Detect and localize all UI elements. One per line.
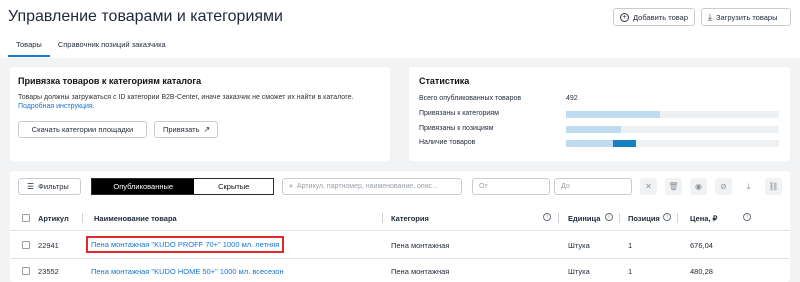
download-categories-button[interactable]: Скачать категории площадки: [18, 121, 147, 138]
eye-icon[interactable]: ◉: [690, 178, 707, 195]
stats-title: Статистика: [419, 76, 470, 86]
row-unit: Штука: [568, 241, 590, 250]
filters-label: Фильтры: [38, 182, 69, 191]
external-link-icon: ↗: [203, 125, 211, 134]
filters-button[interactable]: ☰ Фильтры: [18, 178, 81, 195]
add-product-button[interactable]: + Добавить товар: [613, 8, 695, 26]
row-position: 1: [628, 267, 633, 276]
link-icon[interactable]: ⛓: [765, 178, 782, 195]
trash-icon[interactable]: 🗑: [665, 178, 682, 195]
header-divider: [10, 230, 790, 231]
column-divider: [82, 213, 83, 223]
row-checkbox[interactable]: [22, 241, 30, 249]
header: Управление товарами и категориями + Доба…: [0, 0, 800, 58]
stat-value-total: 492: [566, 95, 578, 102]
header-position[interactable]: Позиция: [628, 214, 660, 223]
download-icon[interactable]: ⤓: [740, 178, 757, 195]
row-price: 676,04: [690, 241, 713, 250]
upload-products-label: Загрузить товары: [715, 12, 778, 22]
stat-bar-categories: [566, 111, 779, 118]
eye-off-icon[interactable]: ⊘: [715, 178, 732, 195]
hidden-toggle[interactable]: Скрытые: [194, 179, 273, 194]
stat-label-availability: Наличие товаров: [419, 139, 476, 146]
publish-status-switch: Опубликованные Скрытые: [91, 178, 274, 195]
stat-fill-positions: [566, 126, 622, 133]
stats-card: Статистика Всего опубликованных товаров …: [409, 67, 790, 161]
info-icon[interactable]: i: [743, 213, 751, 221]
page-title: Управление товарами и категориями: [8, 8, 283, 25]
header-article[interactable]: Артикул: [38, 214, 69, 223]
binding-description: Товары должны загружаться с ID категории…: [18, 94, 354, 101]
column-divider: [677, 213, 678, 223]
row-price: 480,28: [690, 267, 713, 276]
bind-button[interactable]: Привязать ↗: [154, 121, 218, 138]
row-name-link[interactable]: Пена монтажная "KUDO HOME 50+" 1000 мл. …: [91, 267, 284, 276]
plus-circle-icon: +: [620, 12, 629, 22]
upload-products-button[interactable]: ⤓ Загрузить товары: [701, 8, 791, 26]
binding-card: Привязка товаров к категориям каталога Т…: [10, 67, 390, 161]
row-name-link[interactable]: Пена монтажная "KUDO PROFF 70+" 1000 мл.…: [86, 236, 285, 253]
tabs: Товары Справочник позиций заказчика: [8, 38, 174, 57]
column-divider: [558, 213, 559, 223]
clear-icon[interactable]: ✕: [640, 178, 657, 195]
info-icon[interactable]: i: [605, 213, 613, 221]
price-to-input[interactable]: До: [554, 178, 632, 195]
header-name[interactable]: Наименование товара: [94, 214, 177, 223]
tab-customer-positions[interactable]: Справочник позиций заказчика: [50, 38, 174, 57]
stat-bar-positions: [566, 126, 779, 133]
select-all-checkbox[interactable]: [22, 214, 30, 222]
header-price[interactable]: Цена, ₽: [690, 214, 717, 223]
stat-fill-availability-dark: [612, 140, 637, 147]
row-category: Пена монтажная: [391, 267, 450, 276]
row-category: Пена монтажная: [391, 241, 450, 250]
stat-label-positions: Привязаны к позициям: [419, 125, 494, 132]
tab-products[interactable]: Товары: [8, 38, 50, 57]
stat-label-total: Всего опубликованных товаров: [419, 95, 522, 102]
row-divider: [10, 258, 790, 259]
row-checkbox[interactable]: [22, 267, 30, 275]
stat-fill-categories: [566, 111, 660, 118]
add-product-label: Добавить товар: [633, 12, 688, 22]
binding-title: Привязка товаров к категориям каталога: [18, 76, 202, 86]
info-icon[interactable]: i: [543, 213, 551, 221]
row-article: 22941: [38, 241, 59, 250]
row-article: 23552: [38, 267, 59, 276]
column-divider: [619, 213, 620, 223]
download-icon: ⤓: [708, 11, 712, 22]
instruction-link[interactable]: Подробная инструкция.: [18, 103, 95, 110]
header-unit[interactable]: Единица: [568, 214, 600, 223]
search-icon: ⌕: [289, 182, 293, 190]
bind-label: Привязать: [163, 125, 200, 134]
published-toggle[interactable]: Опубликованные: [92, 179, 195, 194]
filter-sliders-icon: ☰: [27, 182, 35, 191]
price-from-placeholder: От: [479, 183, 488, 190]
search-input[interactable]: ⌕ Артикул, партномер, наименование, опис…: [282, 178, 462, 195]
stat-bar-availability: [566, 140, 779, 147]
price-from-input[interactable]: От: [472, 178, 550, 195]
stat-label-categories: Привязаны к категориям: [419, 110, 499, 117]
info-icon[interactable]: i: [663, 213, 671, 221]
price-to-placeholder: До: [561, 183, 570, 190]
row-position: 1: [628, 241, 633, 250]
row-unit: Штука: [568, 267, 590, 276]
column-divider: [382, 213, 383, 223]
header-category[interactable]: Категория: [391, 214, 429, 223]
download-categories-label: Скачать категории площадки: [31, 125, 134, 134]
search-placeholder: Артикул, партномер, наименование, опис..…: [296, 183, 438, 190]
